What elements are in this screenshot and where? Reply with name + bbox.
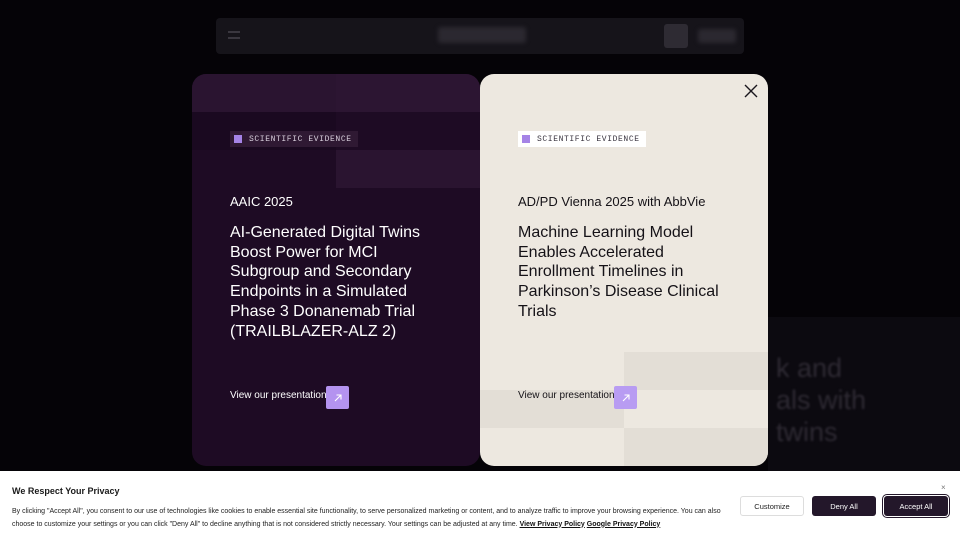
tag-label: SCIENTIFIC EVIDENCE [537, 134, 640, 144]
arrow-up-right-icon [622, 393, 630, 401]
nav-square-button [664, 24, 688, 48]
evidence-card-aaic: SCIENTIFIC EVIDENCE AAIC 2025 AI-Generat… [192, 74, 480, 466]
close-button[interactable] [742, 82, 760, 100]
event-label: AAIC 2025 [230, 194, 293, 209]
cookie-consent-banner: We Respect Your Privacy × By clicking "A… [0, 471, 960, 540]
category-tag: SCIENTIFIC EVIDENCE [230, 131, 358, 147]
banner-body: By clicking "Accept All", you consent to… [12, 506, 732, 531]
nav-action-button [698, 29, 736, 43]
category-tag: SCIENTIFIC EVIDENCE [518, 131, 646, 147]
accept-all-button[interactable]: Accept All [884, 496, 948, 516]
logo [438, 27, 526, 43]
headline-line: Trials [518, 302, 557, 320]
banner-body-text: choose to customize your settings or you… [12, 520, 518, 528]
google-privacy-policy-link[interactable]: Google Privacy Policy [587, 521, 661, 528]
headline-line: Parkinson’s Disease Clinical [518, 283, 719, 301]
banner-close-button[interactable]: × [941, 483, 946, 492]
view-presentation-link[interactable]: View our presentation [518, 390, 615, 401]
deny-all-button[interactable]: Deny All [812, 496, 876, 516]
view-presentation-button[interactable] [326, 386, 349, 409]
decorative-block [192, 74, 336, 112]
menu-icon [228, 31, 240, 39]
banner-body-line: choose to customize your settings or you… [12, 519, 732, 532]
view-presentation-link[interactable]: View our presentation [230, 390, 327, 401]
hero-text-line: k and [776, 353, 843, 383]
view-presentation-button[interactable] [614, 386, 637, 409]
hero-text-line: twins [776, 417, 838, 447]
headline-line: Endpoints in a Simulated [230, 283, 407, 301]
decorative-block [336, 150, 480, 188]
tag-square-icon [234, 135, 242, 143]
close-icon [744, 84, 758, 98]
headline-line: (TRAILBLAZER-ALZ 2) [230, 322, 397, 340]
decorative-block [624, 428, 768, 466]
tag-square-icon [522, 135, 530, 143]
banner-title: We Respect Your Privacy [12, 486, 120, 496]
headline-line: Enables Accelerated [518, 243, 664, 261]
card-headline: AI-Generated Digital Twins Boost Power f… [230, 223, 445, 341]
banner-body-line: By clicking "Accept All", you consent to… [12, 508, 721, 515]
card-headline: Machine Learning Model Enables Accelerat… [518, 223, 733, 322]
hero-text-line: als with [776, 385, 867, 415]
event-label: AD/PD Vienna 2025 with AbbVie [518, 194, 706, 209]
arrow-up-right-icon [334, 393, 342, 401]
customize-button[interactable]: Customize [740, 496, 804, 516]
top-nav-bar [216, 18, 744, 54]
decorative-block [624, 352, 768, 390]
headline-line: Enrollment Timelines in [518, 263, 684, 281]
headline-line: AI-Generated Digital Twins [230, 224, 421, 241]
headline-line: Boost Power for MCI [230, 243, 378, 261]
view-privacy-policy-link[interactable]: View Privacy Policy [520, 521, 585, 528]
headline-line: Phase 3 Donanemab Trial [230, 302, 415, 320]
evidence-card-adpd: SCIENTIFIC EVIDENCE AD/PD Vienna 2025 wi… [480, 74, 768, 466]
tag-label: SCIENTIFIC EVIDENCE [249, 134, 352, 144]
headline-line: Machine Learning Model [518, 224, 694, 241]
headline-line: Subgroup and Secondary [230, 263, 412, 281]
decorative-block [336, 74, 480, 112]
